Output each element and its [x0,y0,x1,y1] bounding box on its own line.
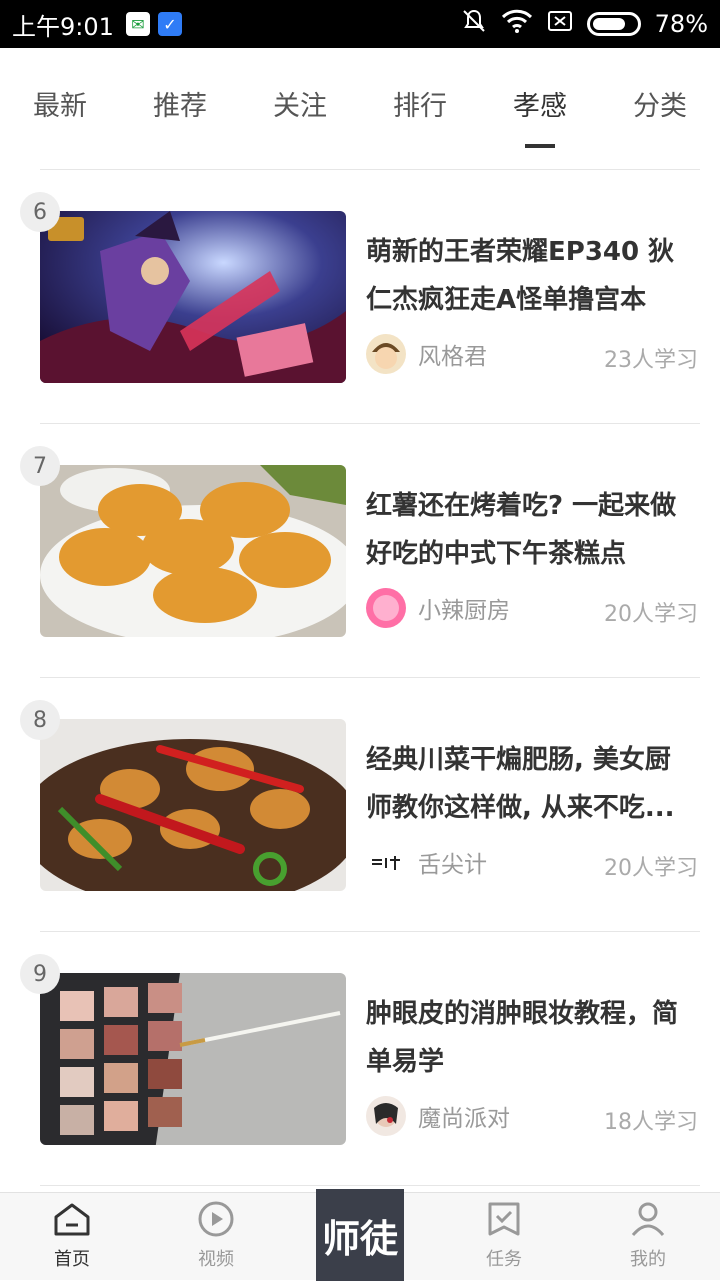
avatar [366,842,406,882]
mute-icon [461,8,487,40]
nav-mentor-button[interactable]: 师徒 [316,1189,404,1281]
tab-xiaogan[interactable]: 孝感 [480,48,600,170]
list-item[interactable]: 6 萌新的王者荣耀EP340 狄仁杰疯狂走A怪单撸宫本 风格君 23人学习 [0,170,720,424]
avatar [366,334,406,374]
rank-badge: 6 [20,192,60,232]
tab-follow[interactable]: 关注 [240,48,360,170]
category-tabs: 最新 推荐 关注 排行 孝感 分类 [0,48,720,170]
author[interactable]: 小辣厨房 [366,588,510,628]
nav-home-label: 首页 [54,1249,90,1270]
battery-percent: 78% [654,10,708,38]
learner-count: 20人学习 [604,602,698,627]
rank-badge: 9 [20,954,60,994]
video-thumbnail[interactable] [40,465,346,637]
nav-task-label: 任务 [486,1249,522,1270]
video-thumbnail[interactable] [40,211,346,383]
video-title[interactable]: 红薯还在烤着吃? 一起来做好吃的中式下午茶糕点 [366,482,696,578]
list-item[interactable]: 7 红薯还在烤着吃? 一起来做好吃的中式下午茶糕点 小辣厨房 20人学习 [0,424,720,678]
nav-mine-label: 我的 [630,1249,666,1270]
nav-home[interactable]: 首页 [0,1193,144,1280]
video-list: 6 萌新的王者荣耀EP340 狄仁杰疯狂走A怪单撸宫本 风格君 23人学习 7 … [0,170,720,1186]
battery-icon [586,12,641,36]
app-notification-icon: ✉ [125,12,150,36]
status-time: 上午9:01 [12,12,114,41]
learner-count: 23人学习 [604,348,698,373]
home-icon [52,1201,92,1241]
author[interactable]: 舌尖计 [366,842,487,882]
shield-notification-icon: ✓ [157,12,182,36]
wifi-icon [501,8,533,40]
item-divider [40,1185,700,1186]
video-title[interactable]: 肿眼皮的消肿眼妆教程，简单易学 [366,990,696,1086]
rank-badge: 7 [20,446,60,486]
list-item[interactable]: 9 肿眼皮的消肿眼妆教程，简单易学 魔尚派对 18人学习 [0,932,720,1186]
nav-video-label: 视频 [198,1249,234,1270]
author-name: 魔尚派对 [418,1106,510,1132]
author-name: 风格君 [418,344,487,370]
no-sim-icon [547,9,573,39]
tab-latest[interactable]: 最新 [0,48,120,170]
nav-mine[interactable]: 我的 [576,1193,720,1280]
user-icon [628,1201,668,1241]
video-thumbnail[interactable] [40,719,346,891]
author-name: 小辣厨房 [418,598,510,624]
video-thumbnail[interactable] [40,973,346,1145]
list-item[interactable]: 8 经典川菜干煸肥肠, 美女厨师教你这样做, 从来不吃... 舌尖计 20人学习 [0,678,720,932]
nav-task[interactable]: 任务 [432,1193,576,1280]
learner-count: 18人学习 [604,1110,698,1135]
avatar [366,588,406,628]
author[interactable]: 魔尚派对 [366,1096,510,1136]
bottom-nav: 首页 视频 师徒 任务 我的 [0,1189,720,1281]
nav-video[interactable]: 视频 [144,1193,288,1280]
tab-ranking[interactable]: 排行 [360,48,480,170]
author-name: 舌尖计 [418,852,487,878]
video-title[interactable]: 萌新的王者荣耀EP340 狄仁杰疯狂走A怪单撸宫本 [366,228,696,324]
tab-category[interactable]: 分类 [600,48,720,170]
avatar [366,1096,406,1136]
status-bar: 上午9:01 ✉ ✓ 78% [0,0,720,48]
tab-recommend[interactable]: 推荐 [120,48,240,170]
learner-count: 20人学习 [604,856,698,881]
author[interactable]: 风格君 [366,334,487,374]
video-title[interactable]: 经典川菜干煸肥肠, 美女厨师教你这样做, 从来不吃... [366,736,696,832]
active-tab-indicator [525,144,555,148]
task-icon [484,1201,524,1241]
play-icon [196,1201,236,1241]
rank-badge: 8 [20,700,60,740]
